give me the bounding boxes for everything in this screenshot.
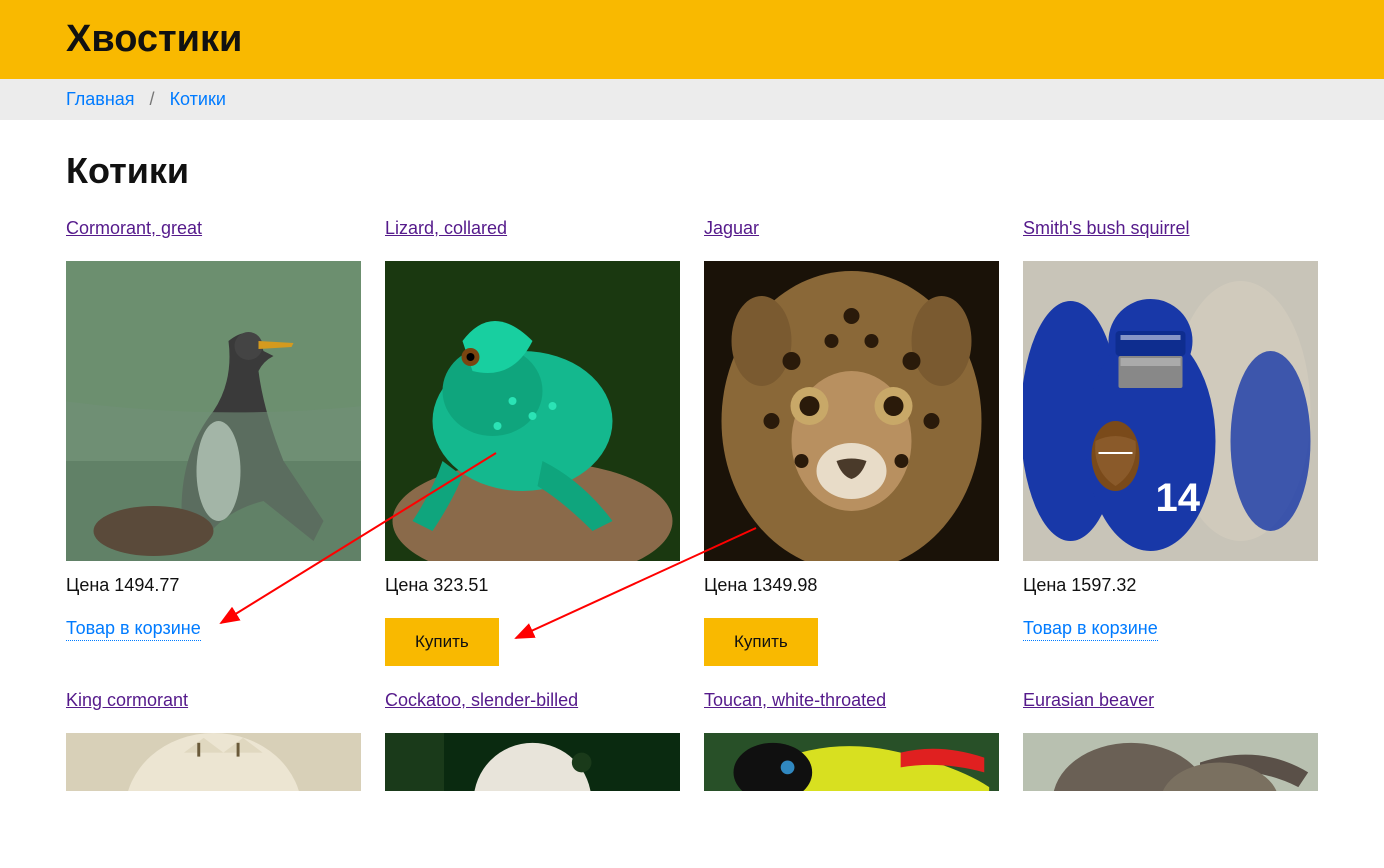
product-card: King cormorant xyxy=(66,690,361,791)
product-image[interactable] xyxy=(66,733,361,791)
product-image[interactable] xyxy=(66,261,361,561)
product-name-link[interactable]: King cormorant xyxy=(66,690,361,711)
product-price: Цена 1597.32 xyxy=(1023,575,1318,596)
product-name-link[interactable]: Toucan, white-throated xyxy=(704,690,999,711)
product-name-link[interactable]: Cockatoo, slender-billed xyxy=(385,690,680,711)
product-price: Цена 1349.98 xyxy=(704,575,999,596)
product-card: Cormorant, great Цена 1494.77 Товар в ко xyxy=(66,218,361,666)
breadcrumb-home-link[interactable]: Главная xyxy=(66,89,135,109)
product-image[interactable] xyxy=(704,261,999,561)
product-card: Cockatoo, slender-billed xyxy=(385,690,680,791)
product-card: Eurasian beaver xyxy=(1023,690,1318,791)
buy-button[interactable]: Купить xyxy=(385,618,499,666)
product-grid: Cormorant, great Цена 1494.77 Товар в ко xyxy=(66,218,1318,791)
product-price: Цена 1494.77 xyxy=(66,575,361,596)
product-card: Jaguar Цена 1349.98 xyxy=(704,218,999,666)
breadcrumb: Главная / Котики xyxy=(66,89,1318,110)
product-name-link[interactable]: Smith's bush squirrel xyxy=(1023,218,1318,239)
product-card: Smith's bush squirrel xyxy=(1023,218,1318,666)
breadcrumb-separator: / xyxy=(150,89,155,109)
product-image[interactable]: 14 xyxy=(1023,261,1318,561)
in-cart-link[interactable]: Товар в корзине xyxy=(1023,618,1158,641)
product-name-link[interactable]: Lizard, collared xyxy=(385,218,680,239)
svg-text:14: 14 xyxy=(1156,476,1201,520)
in-cart-link[interactable]: Товар в корзине xyxy=(66,618,201,641)
product-name-link[interactable]: Jaguar xyxy=(704,218,999,239)
product-card: Lizard, collared Цена xyxy=(385,218,680,666)
breadcrumb-current-link[interactable]: Котики xyxy=(170,89,226,109)
product-image[interactable] xyxy=(385,733,680,791)
header-bar: Хвостики xyxy=(0,0,1384,79)
product-image[interactable] xyxy=(385,261,680,561)
site-title: Хвостики xyxy=(66,18,1318,61)
product-name-link[interactable]: Cormorant, great xyxy=(66,218,361,239)
product-image[interactable] xyxy=(704,733,999,791)
page-title: Котики xyxy=(66,150,1318,192)
buy-button[interactable]: Купить xyxy=(704,618,818,666)
product-image[interactable] xyxy=(1023,733,1318,791)
product-card: Toucan, white-throated xyxy=(704,690,999,791)
breadcrumb-bar: Главная / Котики xyxy=(0,79,1384,120)
product-price: Цена 323.51 xyxy=(385,575,680,596)
product-name-link[interactable]: Eurasian beaver xyxy=(1023,690,1318,711)
